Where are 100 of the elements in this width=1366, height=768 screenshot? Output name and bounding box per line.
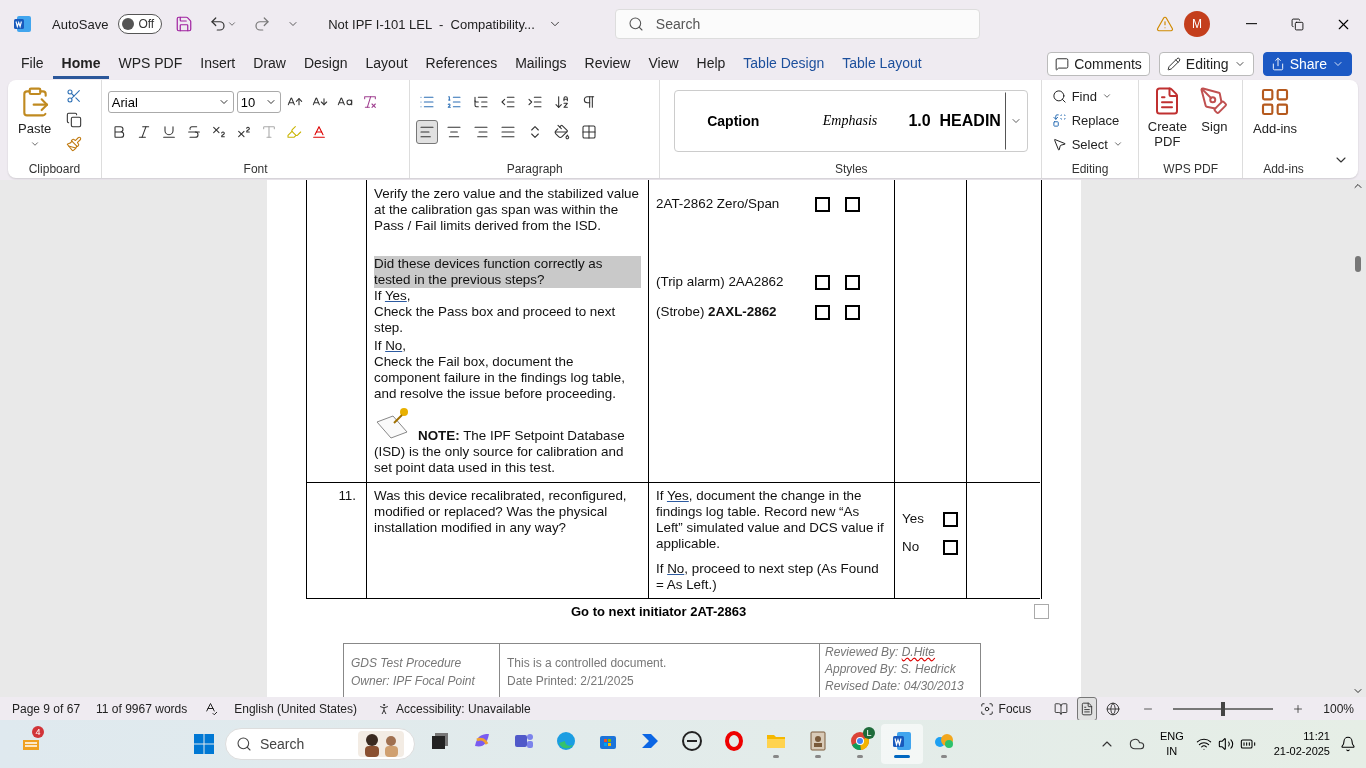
instruction-text: Verify the zero value and the stabilized value at the calibration gas span was within the Pass / Fail limits derived from the ISD. <box>374 186 640 234</box>
caret-icon <box>1101 91 1112 101</box>
ribbon-tab[interactable]: References <box>416 49 507 79</box>
paste-button[interactable]: Paste <box>14 84 56 151</box>
scissors-icon <box>66 88 83 104</box>
footer-text: This is a controlled document. <box>507 655 668 672</box>
footer-text: Date Printed: 2/21/2025 <box>507 673 635 690</box>
create-pdf-button[interactable]: Create PDF <box>1145 84 1190 151</box>
align-left-button[interactable] <box>416 120 439 144</box>
font-color-icon <box>310 124 327 140</box>
paint-bucket-icon <box>554 124 571 140</box>
share-button[interactable]: Share <box>1262 52 1352 76</box>
instruction-text: If No, proceed to next step (As Found = As Left.) <box>656 561 880 593</box>
fail-checkbox[interactable] <box>845 274 860 290</box>
footer-text: Approved By: S. Hedrick <box>825 661 957 678</box>
borders-icon <box>581 124 598 140</box>
book-icon <box>1054 701 1069 716</box>
ribbon-tab[interactable]: Mailings <box>506 49 576 79</box>
instruction-text: Check the Pass box and proceed to next step. <box>374 304 617 336</box>
fail-checkbox[interactable] <box>845 196 860 212</box>
option-label: No <box>902 539 920 555</box>
text-effects-icon <box>260 124 277 140</box>
focus-button[interactable]: Focus <box>975 698 1036 719</box>
ribbon-tab[interactable]: WPS PDF <box>109 49 192 79</box>
caret-icon <box>227 19 238 29</box>
accessibility-status[interactable]: Accessibility: Unavailable <box>372 698 535 719</box>
word-logo-icon <box>14 15 32 33</box>
clock[interactable]: 11:21 21-02-2025 <box>1273 729 1330 759</box>
numbered-list-icon <box>446 94 463 110</box>
highlighter-icon <box>285 124 302 140</box>
option-checkbox[interactable] <box>943 511 958 527</box>
ribbon-tab[interactable]: Layout <box>356 49 417 79</box>
decrease-indent-icon <box>500 94 517 110</box>
device-label: (Trip alarm) 2AA2862 <box>656 274 785 290</box>
group-label: Add-ins <box>1262 162 1305 176</box>
ribbon-tab[interactable]: Insert <box>191 49 245 79</box>
add-ins-button[interactable]: Add-ins <box>1249 84 1302 138</box>
paintbrush-icon <box>66 136 83 152</box>
table-resize-handle[interactable] <box>1034 604 1049 619</box>
select-button[interactable]: Select <box>1047 132 1127 156</box>
word-count[interactable]: 11 of 9967 words <box>96 701 188 716</box>
save-icon <box>175 15 194 33</box>
language-status[interactable]: English (United States) <box>234 701 357 716</box>
find-button[interactable]: Find <box>1047 84 1127 108</box>
scroll-thumb[interactable] <box>1355 256 1361 272</box>
undo-icon <box>209 15 228 33</box>
user-avatar[interactable]: M <box>1184 11 1210 37</box>
chrome-browser-button[interactable]: L <box>838 724 881 764</box>
pass-checkbox[interactable] <box>815 304 830 320</box>
autosave-toggle[interactable]: Off <box>118 14 163 34</box>
wifi-icon <box>1195 736 1212 752</box>
zoom-level[interactable]: 100% <box>1323 701 1354 716</box>
fail-checkbox[interactable] <box>845 304 860 320</box>
group-label: Editing <box>1070 162 1110 176</box>
option-checkbox[interactable] <box>943 539 958 555</box>
ribbon-tab[interactable]: Help <box>687 49 735 79</box>
style-option[interactable]: 1.0 HEADIN <box>908 112 1005 130</box>
font-size-field[interactable]: 10 <box>236 91 281 113</box>
volume-icon <box>1217 736 1234 752</box>
editing-button[interactable]: Editing <box>1158 52 1254 76</box>
profile-badge: L <box>862 727 875 739</box>
search-field[interactable]: Search <box>614 9 980 39</box>
ribbon-tab[interactable]: Design <box>294 49 357 79</box>
align-center-icon <box>446 124 463 140</box>
sign-button[interactable]: Sign <box>1195 84 1234 136</box>
ribbon-tab[interactable]: View <box>639 49 688 79</box>
bullet-list-icon <box>419 94 436 110</box>
battery-icon <box>1239 736 1256 752</box>
comments-button[interactable]: Comments <box>1047 52 1150 76</box>
footer-text: GDS Test Procedure <box>351 655 463 672</box>
word-app-button[interactable] <box>880 724 923 764</box>
widgets-button[interactable]: 4 <box>10 724 52 764</box>
page-count[interactable]: Page 9 of 67 <box>12 701 81 716</box>
ribbon-tab[interactable]: Draw <box>244 49 295 79</box>
step-number: 11. <box>338 488 356 504</box>
taskbar-search-field[interactable]: Search <box>224 728 415 760</box>
ribbon-tab[interactable]: Table Design <box>734 49 834 79</box>
print-layout-button[interactable] <box>1077 696 1098 721</box>
pass-checkbox[interactable] <box>815 196 830 212</box>
strikethrough-icon <box>185 124 202 140</box>
input-language[interactable]: ENG IN <box>1159 729 1184 759</box>
ribbon-tab[interactable]: File <box>12 49 53 79</box>
chrome-browser-icon <box>848 730 871 752</box>
pencil-icon <box>1166 57 1181 71</box>
replace-icon <box>1051 112 1067 128</box>
font-name-field[interactable]: Arial <box>107 91 234 113</box>
group-label: Paragraph <box>505 162 564 176</box>
ribbon-tab[interactable]: Review <box>575 49 640 79</box>
group-label: Font <box>242 162 269 176</box>
style-option[interactable]: Emphasis <box>791 113 909 129</box>
zoom-slider-thumb[interactable] <box>1221 701 1226 716</box>
pass-checkbox[interactable] <box>815 274 830 290</box>
redo-icon <box>253 15 272 33</box>
style-option[interactable]: Caption <box>674 113 792 129</box>
focus-icon <box>979 701 994 716</box>
replace-button[interactable]: Replace <box>1047 108 1127 132</box>
ribbon-tab[interactable]: Table Layout <box>833 49 931 79</box>
caret-icon <box>1112 139 1123 149</box>
next-initiator-text: Go to next initiator 2AT-2863 <box>571 604 747 619</box>
multilevel-list-icon <box>473 94 490 110</box>
